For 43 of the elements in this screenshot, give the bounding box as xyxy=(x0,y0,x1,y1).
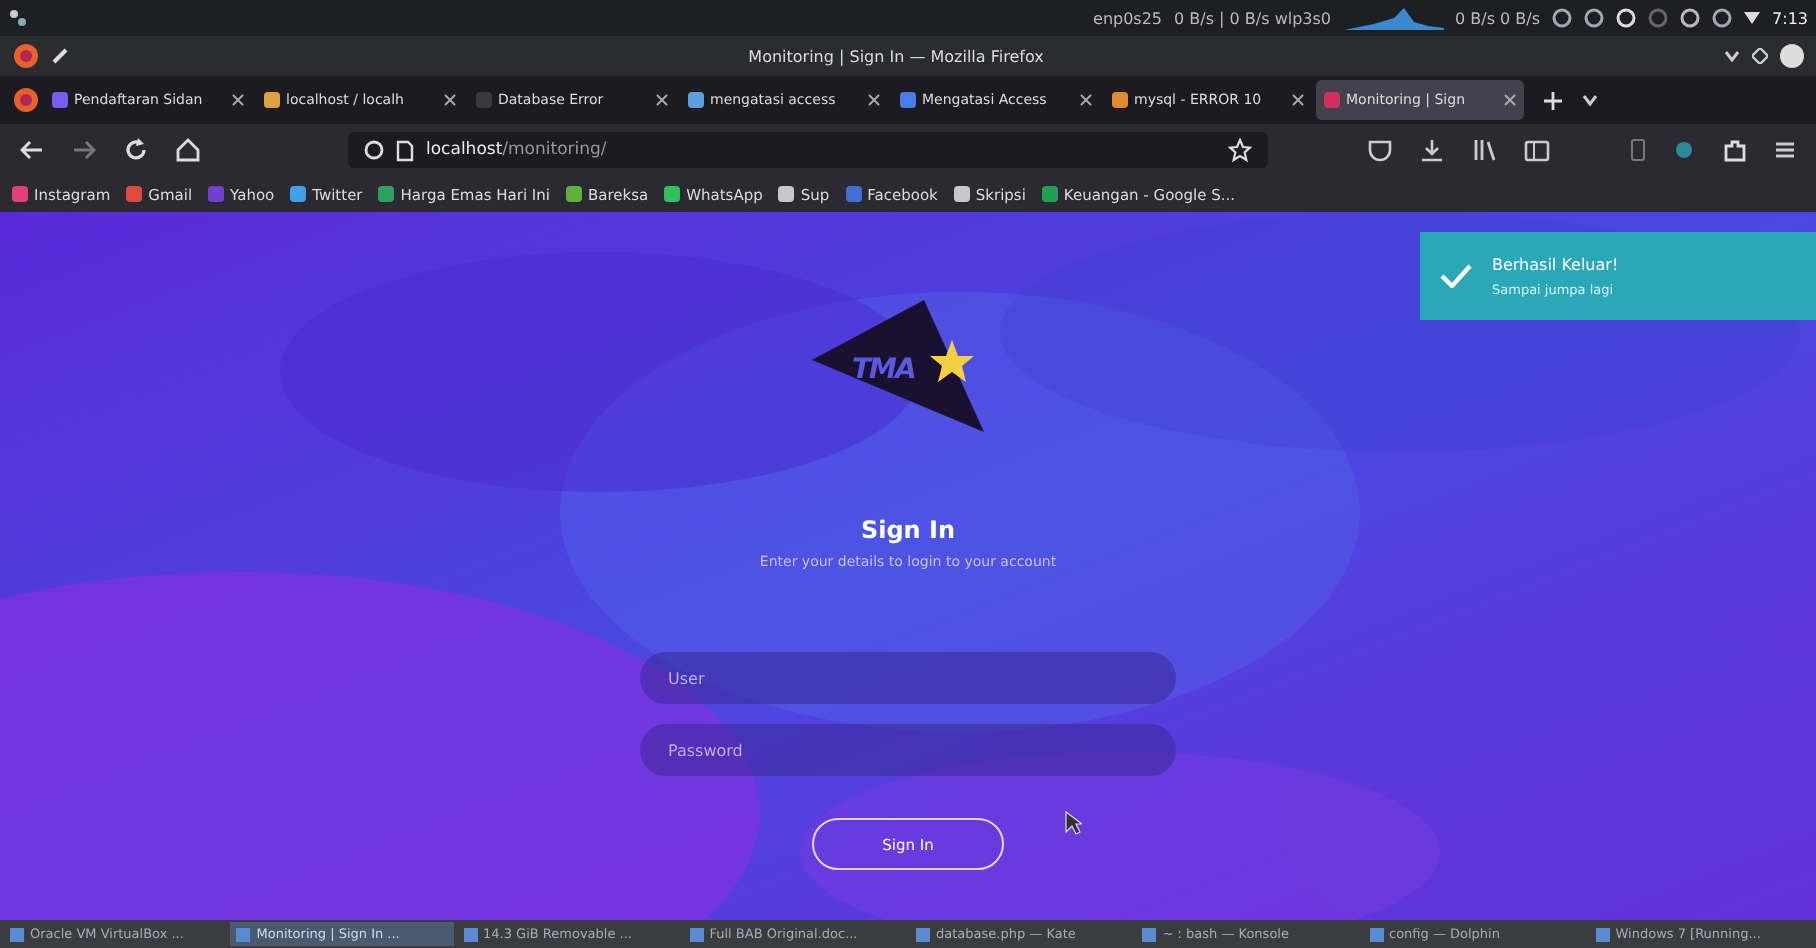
graph-rate: 0 B/s 0 B/s xyxy=(1455,9,1541,27)
user-field[interactable]: User xyxy=(640,652,1176,704)
logo: TMA xyxy=(808,300,988,440)
password-field[interactable]: Password xyxy=(640,724,1176,776)
firefox-icon[interactable] xyxy=(12,86,40,114)
tray-icon[interactable] xyxy=(1680,8,1701,28)
extension-icon[interactable] xyxy=(1674,140,1694,160)
sign-in-heading: Sign In xyxy=(860,516,956,544)
clock: 7:13 xyxy=(1772,9,1808,27)
network-rate: 0 B/s | 0 B/s wlp3s0 xyxy=(1174,9,1332,27)
address-bar[interactable]: localhost/monitoring/ xyxy=(348,132,1268,168)
download-icon[interactable] xyxy=(1420,138,1444,162)
library-icon[interactable] xyxy=(1472,138,1496,162)
star-icon[interactable] xyxy=(1228,138,1252,162)
tray-icon[interactable] xyxy=(1712,8,1733,28)
page-icon xyxy=(396,139,414,161)
back-icon[interactable] xyxy=(20,140,44,160)
extensions-icon[interactable] xyxy=(1722,138,1746,162)
phone-icon[interactable] xyxy=(1630,138,1646,162)
forward-icon[interactable] xyxy=(72,140,96,160)
window-title: Monitoring | Sign In — Mozilla Firefox xyxy=(746,47,1046,65)
home-icon[interactable] xyxy=(176,138,200,162)
new-tab-icon[interactable] xyxy=(1544,91,1562,109)
caret-icon[interactable] xyxy=(1744,12,1761,24)
url-text: localhost/monitoring/ xyxy=(426,140,607,160)
caret-icon[interactable] xyxy=(1582,94,1598,106)
shield-icon xyxy=(364,140,384,160)
firefox-icon[interactable] xyxy=(12,42,40,70)
tray-icon[interactable] xyxy=(1552,8,1573,28)
network-label: enp0s25 xyxy=(1093,9,1163,27)
menu-icon[interactable] xyxy=(1774,140,1796,160)
toast-title: Berhasil Keluar! xyxy=(1492,255,1619,273)
tray-icon[interactable] xyxy=(1584,8,1605,28)
pin-icon[interactable] xyxy=(52,48,68,64)
sidebar-icon[interactable] xyxy=(1524,139,1550,161)
reload-icon[interactable] xyxy=(124,138,148,162)
menu-icon[interactable] xyxy=(8,8,28,28)
pocket-icon[interactable] xyxy=(1368,139,1392,161)
maximize-icon[interactable] xyxy=(1752,48,1768,64)
network-graph-icon xyxy=(1343,6,1444,30)
minimize-icon[interactable] xyxy=(1724,50,1740,62)
mouse-cursor-icon xyxy=(1064,810,1082,836)
check-icon xyxy=(1440,264,1472,288)
